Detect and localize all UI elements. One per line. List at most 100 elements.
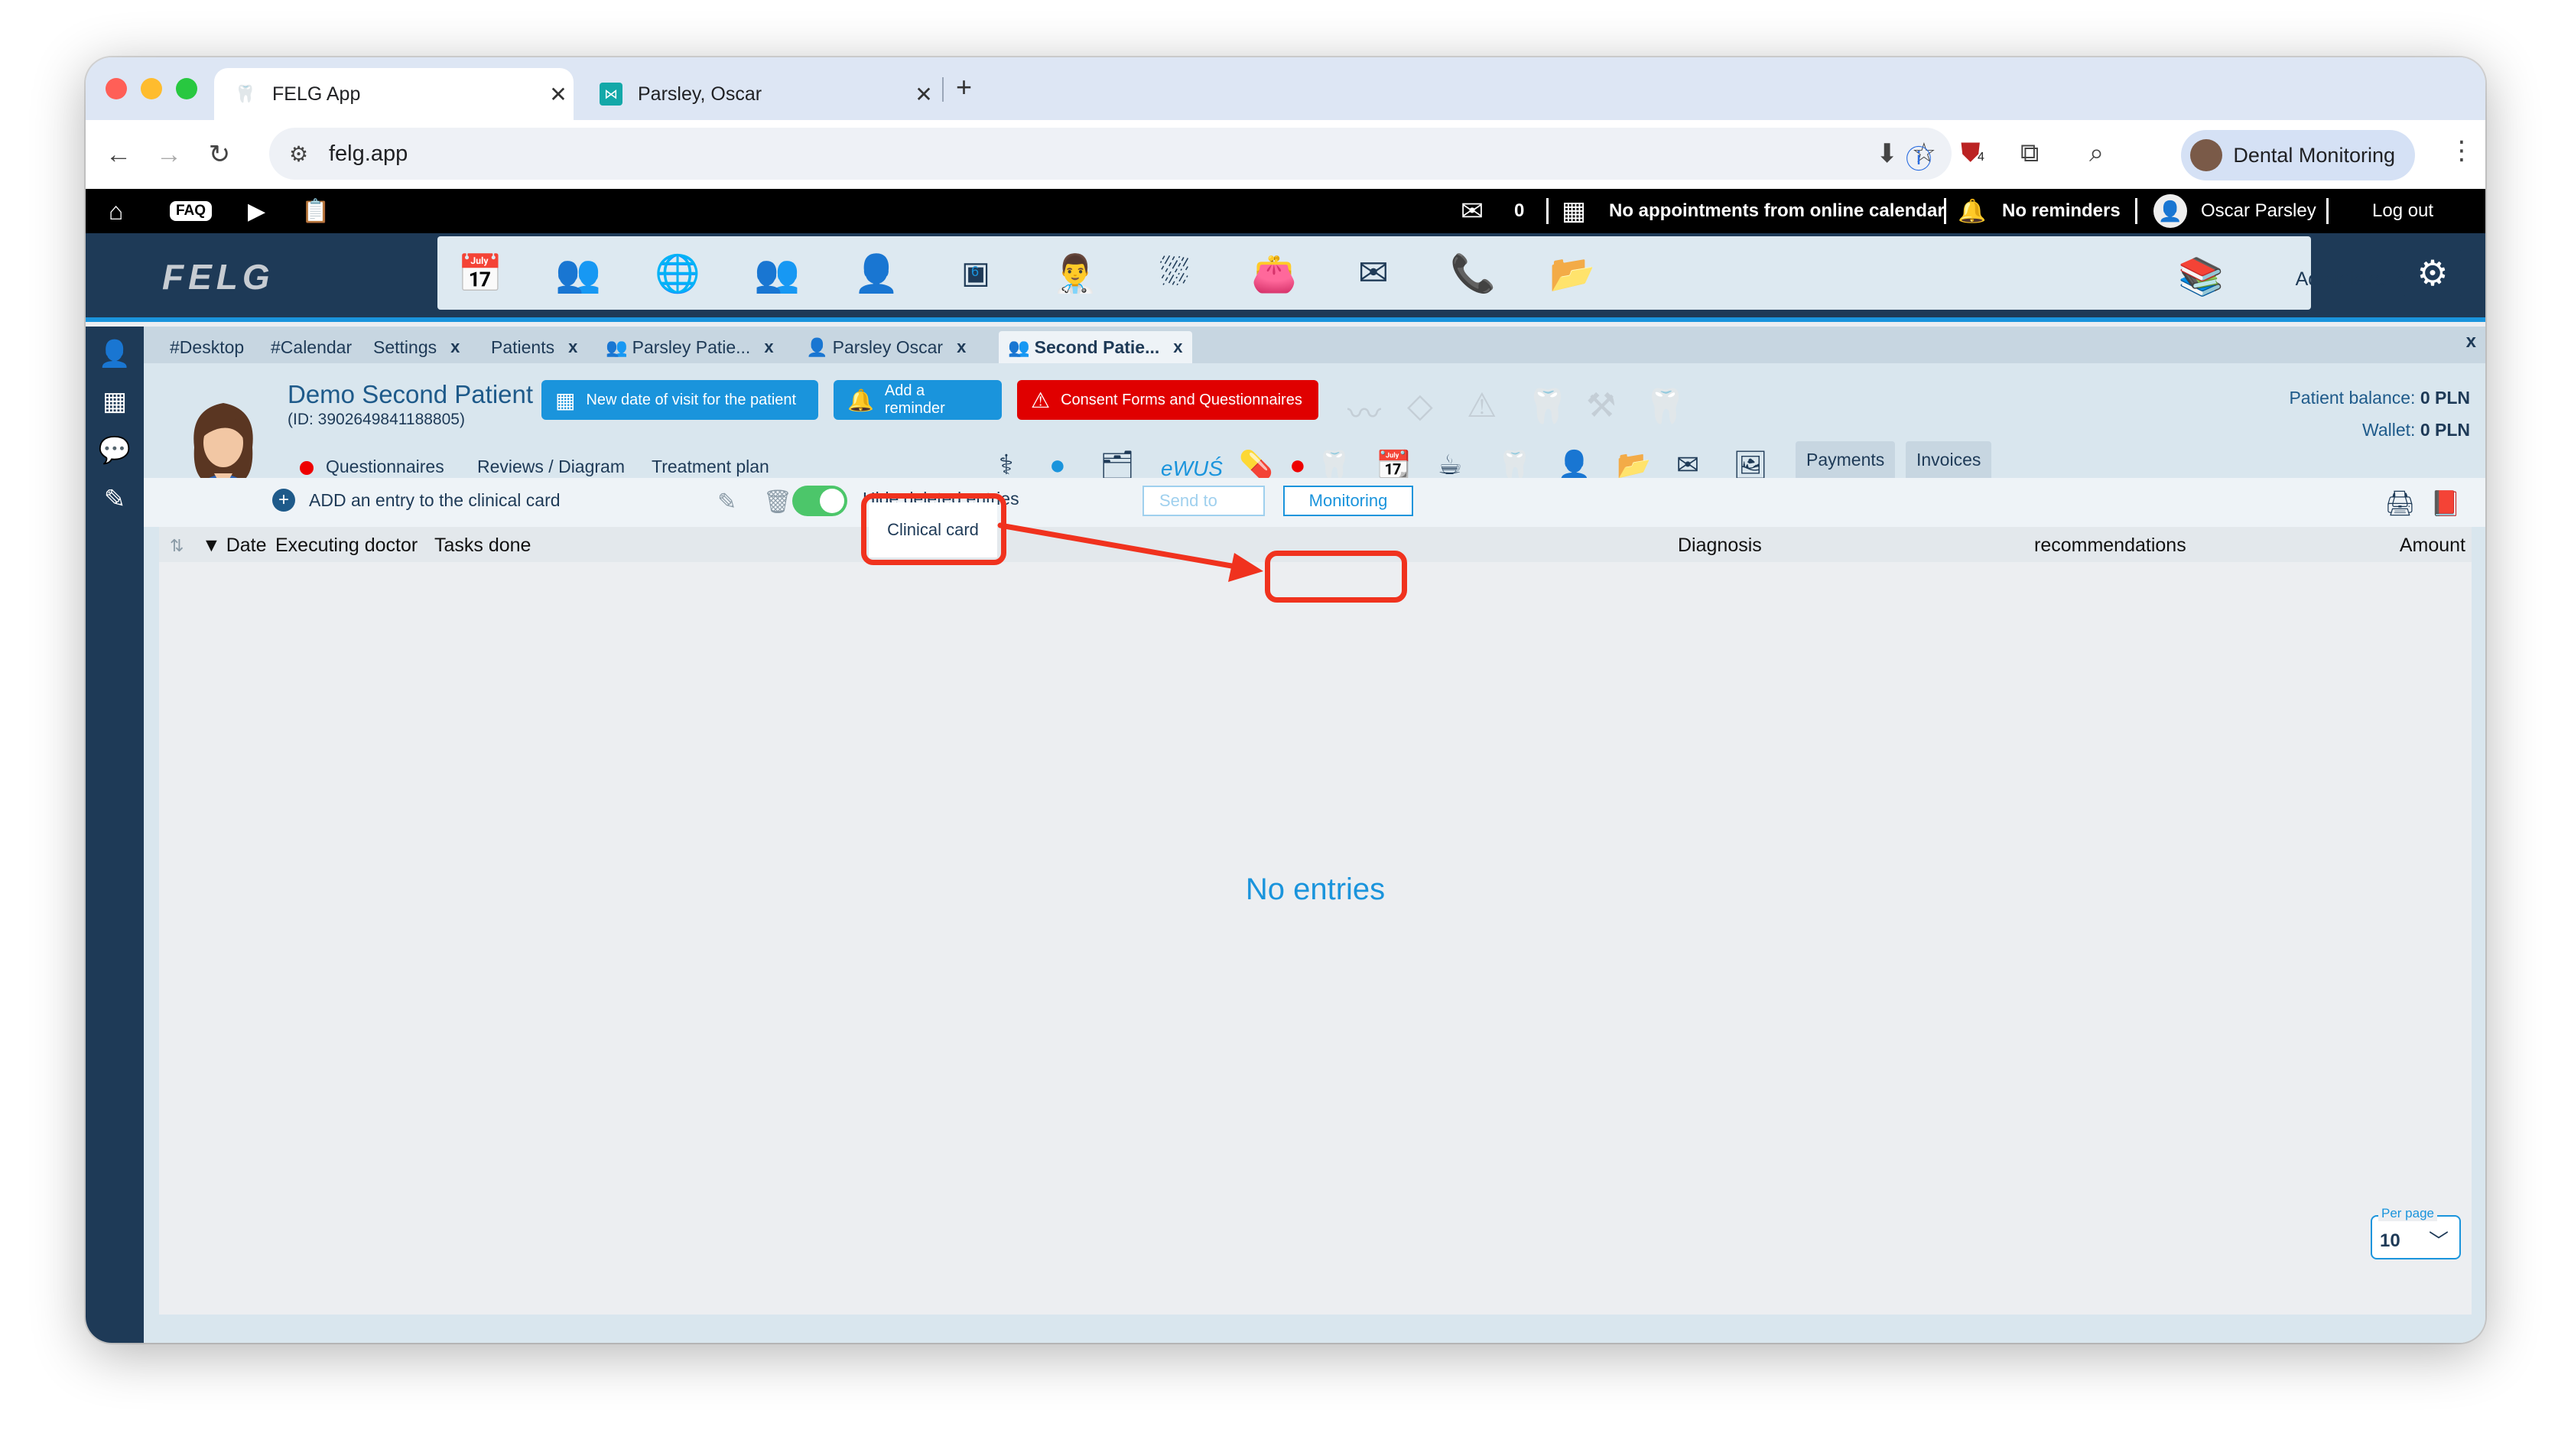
sidebar-calendar-icon[interactable]: ▦ (98, 385, 132, 418)
globe-icon[interactable]: 🌐 (650, 250, 705, 296)
tab-invoices[interactable]: Invoices (1906, 441, 1992, 478)
column-settings-icon[interactable]: ⇅ (170, 536, 184, 556)
administration-link[interactable]: Administration (2296, 268, 2417, 291)
tab-payments[interactable]: Payments (1796, 441, 1896, 478)
tooth-tool-icon[interactable]: ⚕ (999, 449, 1013, 481)
cup-icon[interactable]: ☕ (1438, 449, 1462, 481)
doctor-icon[interactable]: 👤 (1557, 449, 1591, 481)
phone-call-icon[interactable]: 📞 (1445, 250, 1500, 296)
diamond-icon[interactable]: ◇ (1407, 386, 1433, 425)
pdf-export-icon[interactable]: 📕 (2430, 489, 2461, 518)
faq-button[interactable]: FAQ (170, 201, 213, 221)
settings-gear-icon[interactable]: ⚙ (2403, 250, 2462, 296)
close-tab-icon[interactable]: x (568, 337, 577, 357)
column-tasks-done[interactable]: Tasks done (434, 535, 531, 557)
password-manager-icon[interactable]: ⓘ (1906, 138, 1932, 176)
forward-arrow-icon[interactable]: → (144, 140, 194, 170)
tab-parsley-patient[interactable]: 👥 Parsley Patie... x (606, 331, 774, 363)
new-visit-button[interactable]: ▦ New date of visit for the patient (541, 380, 818, 420)
tooth-icon[interactable]: 🦷 (1526, 386, 1568, 426)
record-dot-icon[interactable]: ● (1289, 449, 1306, 481)
schedule-day-icon[interactable]: ▣ 6 (948, 250, 1003, 296)
sidebar-patients-icon[interactable]: 👤 (98, 337, 132, 371)
column-date[interactable]: ▼ Date (202, 535, 267, 557)
install-app-icon[interactable]: ⬇ (1877, 138, 1899, 169)
column-diagnosis[interactable]: Diagnosis (1678, 535, 1762, 557)
mail-icon[interactable]: ✉ (1461, 189, 1484, 233)
column-amount[interactable]: Amount (2400, 535, 2465, 557)
per-page-select[interactable]: Per page 10 ﹀ (2371, 1206, 2461, 1259)
staff-group-icon[interactable]: 👥 (551, 250, 606, 296)
alert-note-icon[interactable]: ⚠ (1467, 386, 1497, 425)
user-avatar[interactable]: 👤 (2153, 194, 2187, 228)
tab-desktop[interactable]: #Desktop (170, 331, 244, 363)
trash-icon[interactable]: 🗑 (763, 489, 792, 515)
add-entry-button[interactable]: + ADD an entry to the clinical card (272, 489, 561, 512)
browser-menu-icon[interactable]: ⋮ (2449, 135, 2475, 166)
tab-patients[interactable]: Patients x (491, 331, 577, 363)
printer-icon[interactable]: 🖨 (2384, 489, 2416, 518)
column-executing-doctor[interactable]: Executing doctor (275, 535, 418, 557)
minimize-window-button[interactable] (141, 78, 162, 99)
edit-pencil-icon[interactable]: ✎ (717, 489, 736, 515)
home-icon[interactable]: ⌂ (109, 189, 123, 233)
back-arrow-icon[interactable]: ← (93, 140, 144, 170)
close-all-tabs-button[interactable]: x (2466, 331, 2476, 353)
folder-icon[interactable]: 📂 (1617, 449, 1651, 481)
add-reminder-button[interactable]: 🔔 Add a reminder (834, 380, 1002, 420)
shield-extension-icon[interactable]: ⛊ 4 (1961, 138, 1984, 168)
calendar-10-icon[interactable]: 📆 (1377, 449, 1411, 481)
tab-questionnaires[interactable]: Questionnaires (300, 457, 444, 477)
consent-forms-button[interactable]: ⚠ Consent Forms and Questionnaires (1017, 380, 1318, 420)
zoom-window-button[interactable] (176, 78, 197, 99)
bell-icon[interactable]: 🔔 (1958, 189, 1986, 233)
patients-icon[interactable]: 👥 (749, 250, 804, 296)
sidebar-notes-icon[interactable]: ✎ (98, 483, 132, 516)
reload-icon[interactable]: ↻ (194, 139, 245, 170)
clipboard-icon[interactable]: 📋 (301, 189, 330, 233)
tab-calendar[interactable]: #Calendar (271, 331, 352, 363)
close-window-button[interactable] (106, 78, 127, 99)
dental-chair-icon[interactable]: ⛆ (1147, 250, 1202, 296)
tooth-shield-icon[interactable]: 🦷 (1497, 449, 1532, 481)
tab-settings[interactable]: Settings x (373, 331, 460, 363)
monitoring-button[interactable]: Monitoring (1283, 486, 1413, 516)
wallet-icon[interactable]: 👛 (1246, 250, 1302, 296)
tab-search-icon[interactable]: ⌕ (2089, 138, 2104, 168)
check-circle-icon[interactable]: ● (1049, 449, 1066, 481)
site-settings-icon[interactable]: ⚙ (289, 141, 323, 167)
doctor-icon[interactable]: 👨‍⚕️ (1048, 250, 1103, 296)
administration-binders-icon[interactable]: 📚 (2173, 253, 2228, 299)
send-to-button[interactable]: Send to (1142, 486, 1265, 516)
close-tab-icon[interactable]: ✕ (543, 82, 574, 107)
add-visit-calendar-icon[interactable]: 📅 (453, 250, 508, 296)
pills-icon[interactable]: 💊 (1239, 449, 1273, 481)
tooth-chart-icon[interactable]: 🦷 (1317, 449, 1351, 481)
tab-reviews-diagram[interactable]: Reviews / Diagram (477, 457, 625, 477)
mail-icon[interactable]: ✉ (1676, 449, 1699, 481)
extensions-puzzle-icon[interactable]: ⧉ (2020, 138, 2039, 168)
play-icon[interactable]: ▶ (248, 189, 265, 233)
browser-tab-parsley[interactable]: ⋈ Parsley, Oscar ✕ (580, 68, 939, 120)
close-tab-icon[interactable]: x (450, 337, 460, 357)
sidebar-chat-icon[interactable]: 💬 (98, 434, 132, 467)
column-recommendations[interactable]: recommendations (2034, 535, 2186, 557)
calendar-icon[interactable]: ▦ (1562, 189, 1586, 233)
profile-chip[interactable]: Dental Monitoring (2181, 130, 2415, 180)
logout-link[interactable]: Log out (2372, 189, 2433, 233)
calendar-status[interactable]: No appointments from online calendar (1609, 189, 1945, 233)
user-name[interactable]: Oscar Parsley (2201, 189, 2316, 233)
tab-second-patient[interactable]: 👥 Second Patie... x (999, 331, 1192, 363)
reminders-status[interactable]: No reminders (2002, 189, 2121, 233)
tab-treatment-plan[interactable]: Treatment plan (652, 457, 769, 477)
send-mail-icon[interactable]: ✉ (1346, 250, 1401, 296)
browser-tab-felg[interactable]: 🦷 FELG App ✕ (214, 68, 574, 120)
hide-deleted-toggle[interactable] (792, 486, 847, 516)
address-bar[interactable]: ⚙ felg.app ⬇ ☆ (269, 128, 1952, 180)
implant-icon[interactable]: 🦷 (1644, 386, 1686, 426)
add-patient-icon[interactable]: 👤 (849, 250, 904, 296)
new-tab-button[interactable]: + (956, 71, 972, 103)
close-tab-icon[interactable]: x (957, 337, 966, 357)
close-tab-icon[interactable]: x (764, 337, 773, 357)
tooth-tool-icon[interactable]: ⚒ (1586, 386, 1616, 425)
